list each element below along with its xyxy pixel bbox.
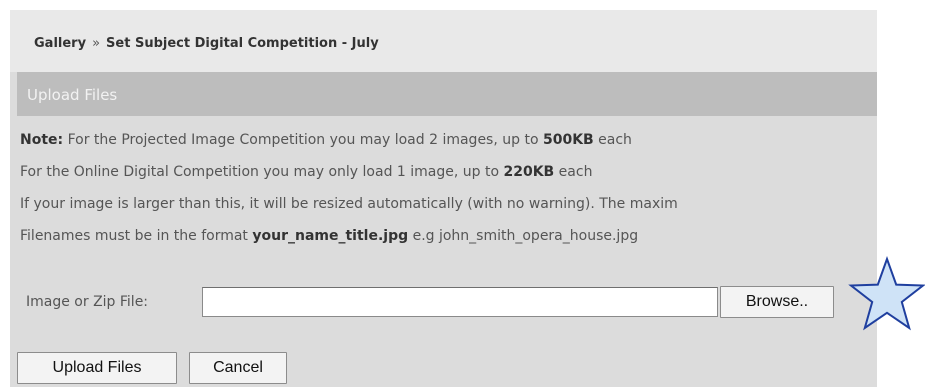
section-title: Upload Files bbox=[27, 86, 118, 104]
star-icon bbox=[848, 256, 925, 331]
breadcrumb-content: Gallery » Set Subject Digital Competition … bbox=[34, 36, 379, 51]
breadcrumb-separator: » bbox=[92, 36, 101, 51]
note-line-filename: Filenames must be in the format your_nam… bbox=[20, 228, 638, 244]
file-path-input[interactable] bbox=[202, 287, 718, 317]
breadcrumb-gallery-link[interactable]: Gallery bbox=[34, 36, 86, 51]
upload-form: Note: For the Projected Image Competitio… bbox=[10, 116, 877, 387]
note-online-size: 220KB bbox=[503, 164, 555, 180]
upload-panel: Gallery » Set Subject Digital Competition … bbox=[10, 10, 877, 387]
cancel-button[interactable]: Cancel bbox=[189, 352, 287, 384]
section-header: Upload Files bbox=[17, 72, 877, 116]
note-line-resize: If your image is larger than this, it wi… bbox=[20, 196, 678, 212]
note-line-online: For the Online Digital Competition you m… bbox=[20, 164, 592, 180]
upload-files-button[interactable]: Upload Files bbox=[17, 352, 177, 384]
note-online-suffix: each bbox=[554, 164, 593, 180]
file-input-label: Image or Zip File: bbox=[26, 294, 149, 310]
note-line-projected: Note: For the Projected Image Competitio… bbox=[20, 132, 632, 148]
note-filename-example: e.g john_smith_opera_house.jpg bbox=[408, 228, 639, 244]
breadcrumb: Gallery » Set Subject Digital Competition … bbox=[10, 10, 877, 72]
star-shape bbox=[848, 256, 925, 331]
note-label: Note: bbox=[20, 132, 64, 148]
note-filename-format: your_name_title.jpg bbox=[252, 228, 409, 244]
note-online-text: For the Online Digital Competition you m… bbox=[20, 164, 504, 180]
note-projected-size: 500KB bbox=[542, 132, 594, 148]
note-filename-text: Filenames must be in the format bbox=[20, 228, 253, 244]
browse-button[interactable]: Browse.. bbox=[720, 286, 834, 318]
note-projected-text: For the Projected Image Competition you … bbox=[63, 132, 543, 148]
breadcrumb-current: Set Subject Digital Competition - July bbox=[106, 36, 379, 51]
note-projected-suffix: each bbox=[593, 132, 632, 148]
